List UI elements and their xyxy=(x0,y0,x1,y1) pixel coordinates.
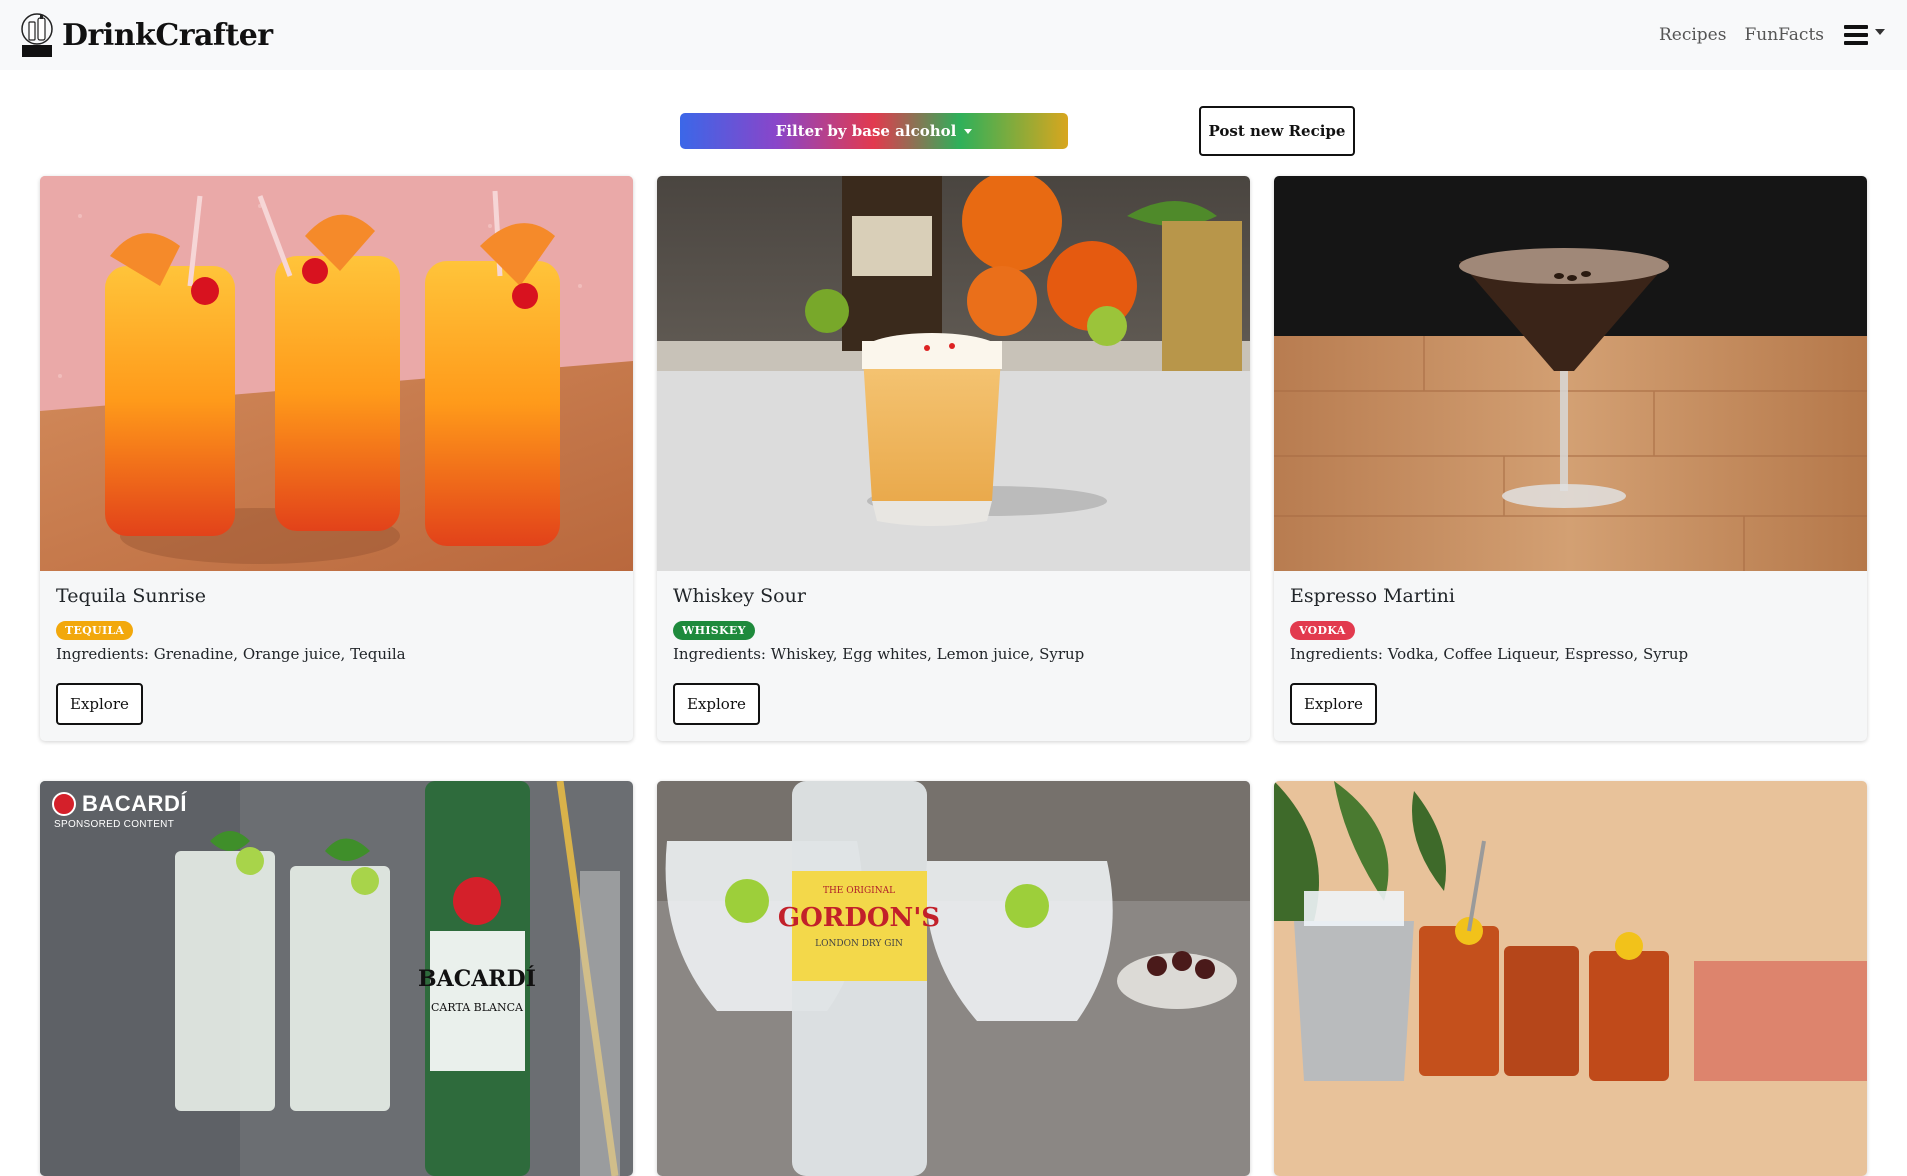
nav-link-funfacts[interactable]: FunFacts xyxy=(1744,25,1824,45)
recipe-card: Whiskey Sour WHISKEY Ingredients: Whiske… xyxy=(657,176,1250,741)
post-new-recipe-button[interactable]: Post new Recipe xyxy=(1199,106,1355,156)
recipe-card: Tequila Sunrise TEQUILA Ingredients: Gre… xyxy=(40,176,633,741)
drinkcrafter-logo-icon xyxy=(20,12,54,58)
recipe-image xyxy=(1274,176,1867,571)
gin-label-variant: LONDON DRY GIN xyxy=(815,939,903,949)
bottle-label-variant: CARTA BLANCA xyxy=(431,1001,524,1014)
alcohol-badge: TEQUILA xyxy=(56,621,134,640)
nav-link-recipes[interactable]: Recipes xyxy=(1659,25,1727,45)
brand-link[interactable]: DrinkCrafter xyxy=(20,12,273,58)
recipe-image xyxy=(1274,781,1867,1176)
menu-dropdown-toggle[interactable] xyxy=(1844,25,1885,45)
recipe-title: Espresso Martini xyxy=(1290,585,1455,607)
sponsor-overlay: BACARDÍ SPONSORED CONTENT xyxy=(52,791,187,830)
nav-links: Recipes FunFacts xyxy=(1641,0,1885,70)
alcohol-badge: WHISKEY xyxy=(673,621,755,640)
filter-by-alcohol-dropdown[interactable]: Filter by base alcohol xyxy=(680,113,1068,149)
chevron-down-icon xyxy=(1875,29,1885,35)
recipe-card: BACARDÍ CARTA BLANCA BACARDÍ SPONSORED C… xyxy=(40,781,633,1176)
sponsor-name: BACARDÍ xyxy=(82,791,187,816)
recipe-image xyxy=(657,176,1250,571)
navbar: DrinkCrafter Recipes FunFacts xyxy=(0,0,1907,70)
recipe-title: Whiskey Sour xyxy=(673,585,806,607)
sponsored-content-label: SPONSORED CONTENT xyxy=(54,819,175,830)
ingredients-text: Ingredients: Grenadine, Orange juice, Te… xyxy=(56,645,406,663)
hamburger-icon xyxy=(1844,25,1868,45)
ingredients-text: Ingredients: Vodka, Coffee Liqueur, Espr… xyxy=(1290,645,1689,663)
filter-label: Filter by base alcohol xyxy=(775,122,957,140)
recipe-image: BACARDÍ CARTA BLANCA BACARDÍ SPONSORED C… xyxy=(40,781,633,1176)
recipe-image: THE ORIGINAL GORDON'S LONDON DRY GIN xyxy=(657,781,1250,1176)
bacardi-bat-logo-icon xyxy=(52,792,76,816)
recipe-card: Espresso Martini VODKA Ingredients: Vodk… xyxy=(1274,176,1867,741)
recipe-card xyxy=(1274,781,1867,1176)
explore-button[interactable]: Explore xyxy=(673,683,760,725)
explore-button[interactable]: Explore xyxy=(56,683,143,725)
explore-button[interactable]: Explore xyxy=(1290,683,1377,725)
brand-name: DrinkCrafter xyxy=(62,17,273,53)
recipe-card: THE ORIGINAL GORDON'S LONDON DRY GIN xyxy=(657,781,1250,1176)
gin-label-top: THE ORIGINAL xyxy=(823,886,895,896)
bottle-label-brand: BACARDÍ xyxy=(418,965,536,992)
recipe-image xyxy=(40,176,633,571)
recipe-title: Tequila Sunrise xyxy=(56,585,207,607)
ingredients-text: Ingredients: Whiskey, Egg whites, Lemon … xyxy=(673,645,1085,663)
gin-label-brand: GORDON'S xyxy=(778,903,940,933)
caret-down-icon xyxy=(964,128,973,134)
alcohol-badge: VODKA xyxy=(1290,621,1355,640)
